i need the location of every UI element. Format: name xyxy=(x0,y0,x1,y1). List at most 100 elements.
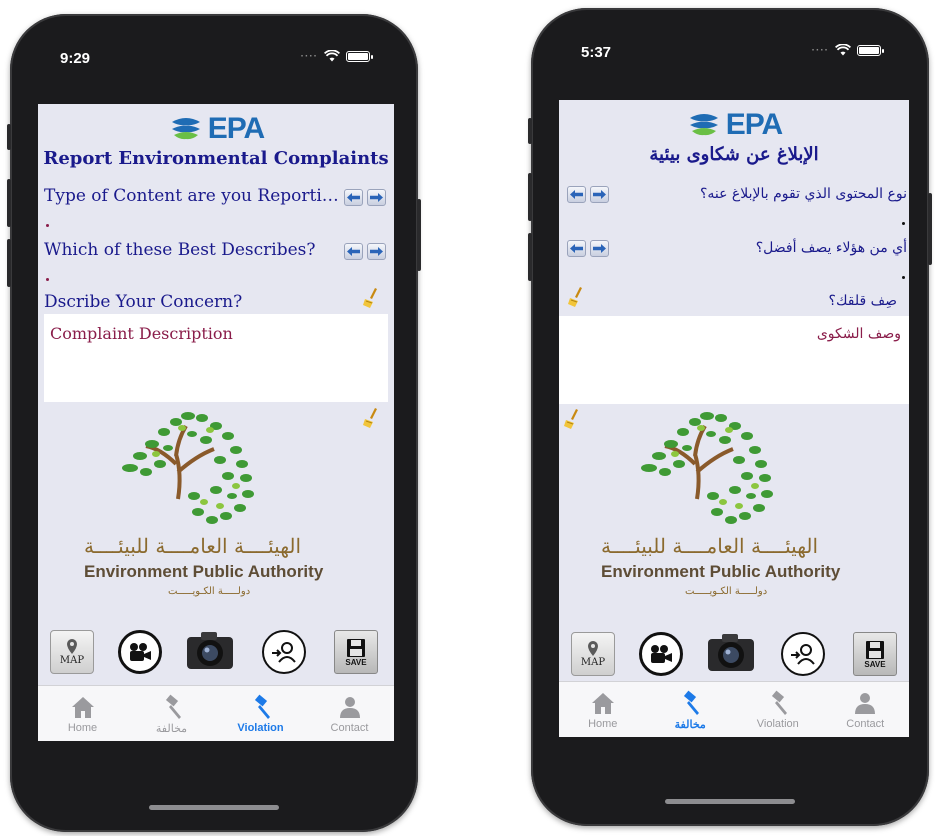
power-button xyxy=(928,193,932,265)
home-icon xyxy=(71,697,94,718)
gavel-icon xyxy=(684,690,700,715)
question-content-type: نوع المحتوى الذي تقوم بالإبلاغ عنه؟ xyxy=(699,186,907,202)
clear-broom-icon[interactable] xyxy=(362,287,380,309)
prev-button[interactable] xyxy=(344,243,363,260)
person-icon xyxy=(339,697,360,718)
describe-arrows xyxy=(344,243,386,260)
tab-contact[interactable]: Contact xyxy=(822,682,910,737)
content-type-value[interactable] xyxy=(902,222,905,225)
save-button[interactable]: SAVE xyxy=(853,632,897,676)
authority-arabic-name: الهيئــــة العامــــة للبيئــــة xyxy=(84,534,302,558)
describe-arrows xyxy=(567,240,609,257)
arrow-left-icon xyxy=(347,247,360,256)
tab-violation-arabic[interactable]: مخالفة xyxy=(647,682,735,737)
authority-arabic-name: الهيئــــة العامــــة للبيئــــة xyxy=(601,534,819,558)
floppy-disk-icon xyxy=(866,640,884,659)
tab-home[interactable]: Home xyxy=(559,682,647,737)
gavel-icon xyxy=(254,694,270,719)
volume-up-button xyxy=(528,173,532,221)
tab-contact[interactable]: Contact xyxy=(305,686,394,741)
next-button[interactable] xyxy=(590,186,609,203)
user-login-icon xyxy=(272,642,296,663)
contact-login-button[interactable] xyxy=(262,630,306,674)
video-button[interactable] xyxy=(118,630,162,674)
arrow-left-icon xyxy=(570,244,583,253)
save-label: SAVE xyxy=(345,657,367,667)
tab-label: مخالفة xyxy=(155,723,188,735)
tab-violation-arabic[interactable]: مخالفة xyxy=(127,686,216,741)
wifi-icon xyxy=(835,44,851,56)
describe-value[interactable] xyxy=(46,278,49,281)
contact-login-button[interactable] xyxy=(781,632,825,676)
description-placeholder: وصف الشكوى xyxy=(816,326,901,342)
map-pin-icon xyxy=(588,640,598,656)
prev-button[interactable] xyxy=(344,189,363,206)
mute-switch xyxy=(7,124,11,150)
tree-logo-icon xyxy=(641,412,773,524)
question-best-describes: أي من هؤلاء يصف أفضل؟ xyxy=(755,240,907,256)
mute-switch xyxy=(528,118,532,144)
authority-country: دولـــــة الكـويـــــت xyxy=(685,586,768,597)
video-camera-icon xyxy=(651,645,672,663)
tab-violation[interactable]: Violation xyxy=(734,682,822,737)
prev-button[interactable] xyxy=(567,240,586,257)
next-button[interactable] xyxy=(367,243,386,260)
tab-label: Contact xyxy=(330,722,369,734)
map-label: MAP xyxy=(59,654,85,666)
map-button[interactable]: MAP xyxy=(571,632,615,676)
floppy-disk-icon xyxy=(347,638,365,657)
tab-label: Contact xyxy=(846,718,885,730)
wifi-icon xyxy=(324,50,340,62)
epa-logo: EPA xyxy=(559,108,909,142)
tab-label: Violation xyxy=(756,718,799,730)
epa-logo-text: EPA xyxy=(207,112,265,145)
camera-button[interactable] xyxy=(184,626,236,674)
page-title: الإبلاغ عن شكاوى بيئية xyxy=(649,144,819,165)
describe-value[interactable] xyxy=(902,276,905,279)
signal-icon: ···· xyxy=(300,50,318,62)
tab-label: Home xyxy=(67,722,98,734)
content-type-arrows xyxy=(567,186,609,203)
camera-button[interactable] xyxy=(705,628,757,676)
home-indicator[interactable] xyxy=(665,799,795,804)
battery-icon xyxy=(857,44,884,56)
save-button[interactable]: SAVE xyxy=(334,630,378,674)
prev-button[interactable] xyxy=(567,186,586,203)
tab-label: مخالفة xyxy=(674,719,706,731)
tab-bar: Home مخالفة Violation Contact xyxy=(38,685,394,741)
tab-label: Violation xyxy=(237,722,284,734)
tab-violation[interactable]: Violation xyxy=(216,686,305,741)
signal-icon: ···· xyxy=(811,44,829,56)
clear-broom-icon[interactable] xyxy=(567,286,585,308)
complaint-description-field[interactable]: وصف الشكوى xyxy=(559,316,909,404)
camera-icon xyxy=(187,632,233,669)
question-best-describes: Which of these Best Describes? xyxy=(44,240,316,260)
status-bar: 5:37 ···· xyxy=(531,38,929,68)
arrow-right-icon xyxy=(593,190,606,199)
status-bar: 9:29 ···· xyxy=(10,44,418,74)
arrow-right-icon xyxy=(370,193,383,202)
home-indicator[interactable] xyxy=(149,805,279,810)
video-camera-icon xyxy=(130,643,151,661)
arrow-left-icon xyxy=(570,190,583,199)
tab-home[interactable]: Home xyxy=(38,686,127,741)
arrow-left-icon xyxy=(347,193,360,202)
arrow-right-icon xyxy=(370,247,383,256)
phone-arabic: 5:37 ···· EPA الإبلاغ عن شكاوى بيئية نوع… xyxy=(528,8,932,826)
gavel-icon xyxy=(165,694,181,719)
video-button[interactable] xyxy=(639,632,683,676)
next-button[interactable] xyxy=(367,189,386,206)
authority-logo: الهيئــــة العامــــة للبيئــــة Environ… xyxy=(38,404,394,604)
gavel-icon xyxy=(771,690,787,715)
content-type-value[interactable] xyxy=(46,224,49,227)
volume-up-button xyxy=(7,179,11,227)
page-title: Report Environmental Complaints xyxy=(43,148,389,169)
power-button xyxy=(417,199,421,271)
next-button[interactable] xyxy=(590,240,609,257)
complaint-description-field[interactable]: Complaint Description xyxy=(44,314,388,402)
authority-logo: الهيئــــة العامــــة للبيئــــة Environ… xyxy=(559,404,909,604)
question-concern: صِف قلقك؟ xyxy=(828,293,897,309)
description-placeholder: Complaint Description xyxy=(50,324,233,343)
status-icons: ···· xyxy=(300,50,373,62)
map-button[interactable]: MAP xyxy=(50,630,94,674)
